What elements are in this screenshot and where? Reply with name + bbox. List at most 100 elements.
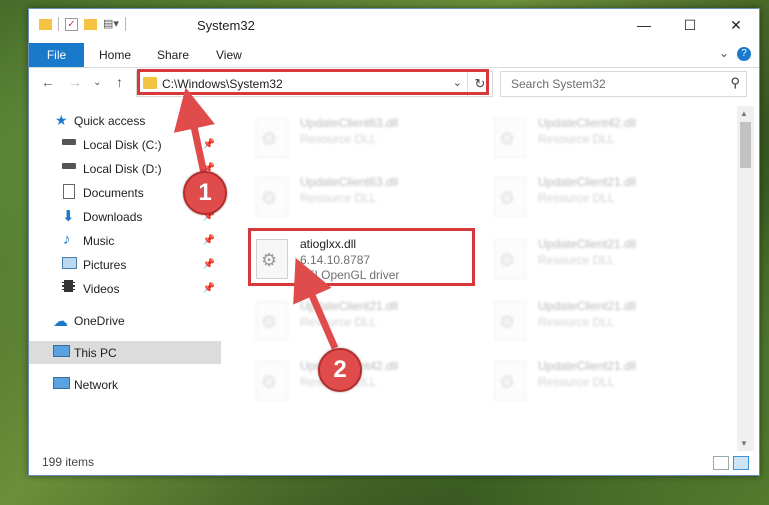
- step-marker-1: 1: [183, 171, 227, 215]
- explorer-window: ✓ ▤▾ System32 — ☐ ✕ File Home Share View…: [28, 8, 760, 476]
- item-count: 199 items: [42, 455, 95, 469]
- search-input[interactable]: Search System32 ⚲: [500, 71, 747, 97]
- window-controls: — ☐ ✕: [621, 9, 759, 41]
- properties-check-icon[interactable]: ✓: [65, 17, 78, 31]
- sidebar-item-videos[interactable]: Videos 📌: [29, 277, 221, 300]
- file-description: Resource DLL: [538, 315, 615, 329]
- tab-share[interactable]: Share: [157, 48, 189, 62]
- file-description: Resource DLL: [300, 132, 377, 146]
- dll-file-icon: [494, 118, 526, 158]
- up-arrow-icon[interactable]: ↑: [116, 74, 123, 90]
- customize-toolbar-icon[interactable]: ▤▾: [103, 17, 119, 31]
- vertical-scrollbar[interactable]: ▲ ▼: [737, 106, 754, 451]
- toolbar-divider: [125, 17, 126, 31]
- sidebar-item-pictures[interactable]: Pictures 📌: [29, 253, 221, 276]
- close-button[interactable]: ✕: [713, 9, 759, 41]
- list-item[interactable]: UpdateClient42.dll Resource DLL: [250, 353, 480, 409]
- sidebar-item-label: Music: [83, 233, 115, 248]
- recent-locations-icon[interactable]: ⌄: [93, 77, 101, 88]
- dll-file-icon: [494, 177, 526, 217]
- tiles-view-icon[interactable]: [733, 456, 749, 470]
- file-description: Resource DLL: [538, 375, 615, 389]
- file-highlight: [248, 228, 475, 286]
- drive-icon: [62, 163, 76, 169]
- list-item[interactable]: UpdateClient21.dll Resource DLL: [488, 293, 718, 349]
- pin-icon[interactable]: 📌: [203, 235, 215, 246]
- navigation-pane: ★ Quick access Local Disk (C:) 📌 Local D…: [29, 104, 224, 449]
- download-icon: ⬇: [62, 208, 75, 225]
- title-bar: ✓ ▤▾ System32 — ☐ ✕: [29, 9, 759, 43]
- sidebar-item-music[interactable]: ♪ Music 📌: [29, 229, 221, 252]
- minimize-button[interactable]: —: [621, 9, 667, 41]
- list-item[interactable]: UpdateClient21.dll Resource DLL: [250, 293, 480, 349]
- maximize-button[interactable]: ☐: [667, 9, 713, 41]
- music-icon: ♪: [63, 231, 71, 248]
- sidebar-item-quick-access[interactable]: ★ Quick access: [29, 109, 221, 132]
- file-name: UpdateClient21.dll: [538, 359, 637, 373]
- search-icon[interactable]: ⚲: [730, 75, 740, 91]
- file-description: Resource DLL: [538, 132, 615, 146]
- file-name: UpdateClient21.dll: [300, 299, 399, 313]
- window-title: System32: [197, 18, 255, 33]
- search-placeholder: Search System32: [511, 77, 606, 91]
- sidebar-item-network[interactable]: Network: [29, 373, 221, 396]
- toolbar-divider: [58, 17, 59, 31]
- tab-file[interactable]: File: [29, 43, 84, 67]
- list-item[interactable]: UpdateClient21.dll Resource DLL: [488, 169, 718, 225]
- file-description: Resource DLL: [300, 191, 377, 205]
- new-folder-icon[interactable]: [84, 18, 97, 30]
- dll-file-icon: [494, 301, 526, 341]
- dll-file-icon: [256, 118, 288, 158]
- sidebar-item-label: Local Disk (C:): [83, 137, 162, 152]
- chevron-down-icon[interactable]: ⌄: [719, 46, 729, 60]
- dll-file-icon: [256, 301, 288, 341]
- status-bar: 199 items: [29, 453, 759, 475]
- scrollbar-thumb[interactable]: [740, 122, 751, 168]
- sidebar-item-label: Local Disk (D:): [83, 161, 162, 176]
- file-name: UpdateClient42.dll: [538, 116, 637, 130]
- step-marker-2: 2: [318, 348, 362, 392]
- list-item[interactable]: UpdateClient63.dll Resource DLL: [250, 110, 480, 166]
- folder-icon[interactable]: [39, 18, 52, 30]
- pictures-icon: [62, 257, 77, 269]
- cloud-icon: ☁: [53, 313, 68, 330]
- file-name: UpdateClient21.dll: [538, 175, 637, 189]
- back-arrow-icon[interactable]: ←: [41, 74, 55, 90]
- sidebar-item-label: Quick access: [74, 113, 146, 128]
- file-name: UpdateClient21.dll: [538, 299, 637, 313]
- list-item[interactable]: UpdateClient21.dll Resource DLL: [488, 353, 718, 409]
- file-description: Resource DLL: [538, 253, 615, 267]
- computer-icon: [53, 345, 70, 357]
- forward-arrow-icon[interactable]: →: [68, 74, 82, 90]
- file-description: Resource DLL: [300, 315, 377, 329]
- sidebar-item-label: Videos: [83, 281, 120, 296]
- drive-icon: [62, 139, 76, 145]
- star-icon: ★: [55, 112, 68, 128]
- view-toggle: [713, 456, 749, 470]
- pin-icon[interactable]: 📌: [203, 259, 215, 270]
- list-item[interactable]: UpdateClient21.dll Resource DLL: [488, 231, 718, 287]
- details-view-icon[interactable]: [713, 456, 729, 470]
- sidebar-item-local-disk-c[interactable]: Local Disk (C:) 📌: [29, 133, 221, 156]
- quick-access-toolbar: ✓ ▤▾: [39, 17, 126, 31]
- list-item[interactable]: UpdateClient63.dll Resource DLL: [250, 169, 480, 225]
- tab-view[interactable]: View: [216, 48, 242, 62]
- list-item[interactable]: UpdateClient42.dll Resource DLL: [488, 110, 718, 166]
- file-description: Resource DLL: [538, 191, 615, 205]
- sidebar-item-label: Documents: [83, 185, 144, 200]
- scroll-up-icon[interactable]: ▲: [740, 109, 748, 118]
- pin-icon[interactable]: 📌: [203, 283, 215, 294]
- dll-file-icon: [256, 177, 288, 217]
- documents-icon: [63, 184, 75, 199]
- tab-home[interactable]: Home: [99, 48, 131, 62]
- scroll-down-icon[interactable]: ▼: [740, 439, 748, 448]
- sidebar-item-this-pc[interactable]: This PC: [29, 341, 221, 364]
- sidebar-item-label: OneDrive: [74, 313, 125, 328]
- sidebar-item-label: Downloads: [83, 209, 143, 224]
- dll-file-icon: [494, 361, 526, 401]
- pin-icon[interactable]: 📌: [203, 139, 215, 150]
- sidebar-item-onedrive[interactable]: ☁ OneDrive: [29, 309, 221, 332]
- sidebar-item-label: This PC: [74, 345, 117, 360]
- help-icon[interactable]: ?: [737, 47, 751, 61]
- file-name: UpdateClient63.dll: [300, 175, 399, 189]
